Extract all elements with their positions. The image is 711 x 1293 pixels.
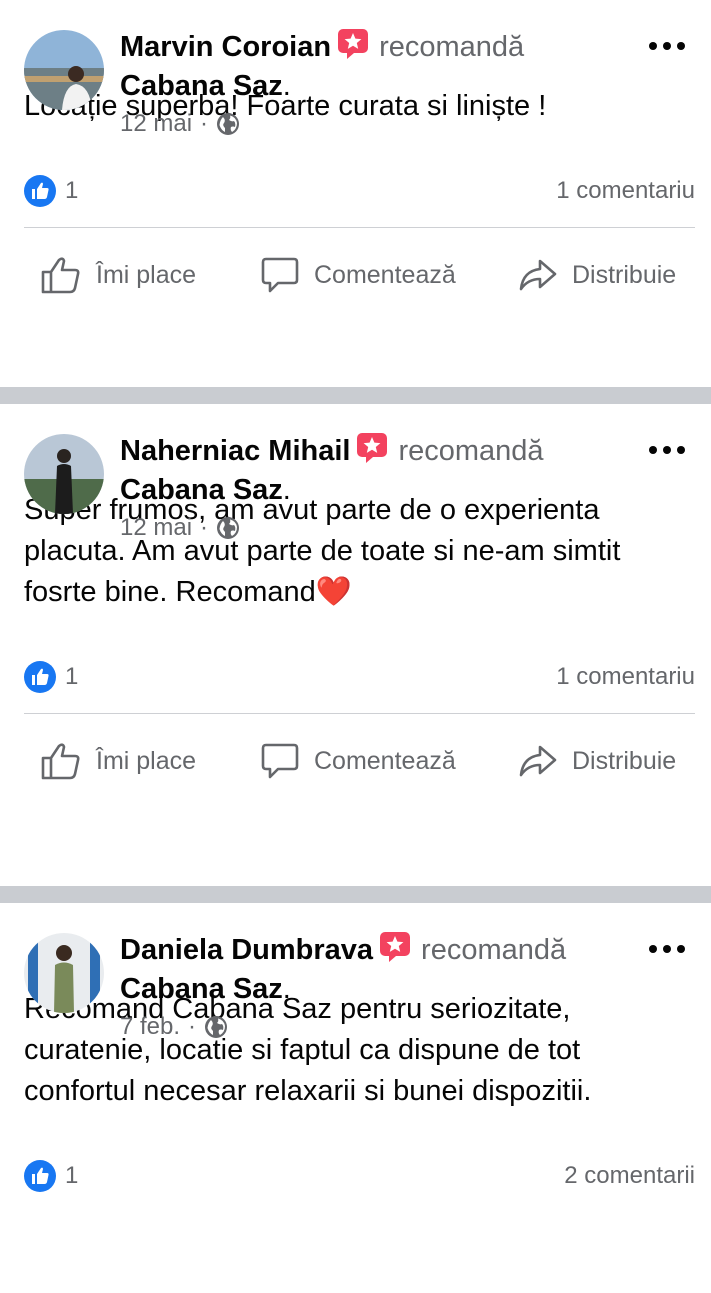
avatar[interactable]	[24, 434, 104, 514]
globe-icon	[217, 517, 240, 539]
author-name[interactable]: Naherniac Mihail	[120, 435, 350, 467]
meta-separator: ·	[200, 514, 209, 541]
comment-count[interactable]: 2 comentarii	[564, 1160, 695, 1192]
like-button[interactable]: Îmi place	[40, 255, 196, 295]
period: .	[282, 474, 291, 506]
comment-button[interactable]: Comentează	[260, 255, 456, 295]
post-header: Marvin Coroian recomandă Cabana Saz. 12 m…	[0, 28, 711, 148]
comment-button[interactable]: Comentează	[260, 741, 456, 781]
comment-label: Comentează	[314, 746, 456, 775]
like-label: Îmi place	[96, 260, 197, 289]
author-block: Daniela Dumbrava recomandă Cabana Saz.	[120, 931, 641, 1009]
recommendation-star-icon	[357, 433, 388, 463]
share-arrow-icon	[519, 259, 557, 291]
comment-bubble-icon	[261, 257, 299, 293]
post-separator	[0, 886, 711, 903]
author-name[interactable]: Daniela Dumbrava	[120, 934, 373, 966]
recommendation-star-icon	[380, 932, 411, 962]
recommend-verb: recomandă	[421, 934, 567, 966]
post: Daniela Dumbrava recomandă Cabana Saz. 7 …	[0, 903, 711, 1293]
author-name[interactable]: Marvin Coroian	[120, 31, 331, 63]
comment-label: Comentează	[314, 260, 456, 289]
avatar[interactable]	[24, 30, 104, 110]
post-date[interactable]: 7 feb.	[120, 1013, 180, 1041]
thumbs-up-icon	[41, 257, 80, 294]
post-meta: 12 mai ·	[120, 110, 240, 138]
author-block: Marvin Coroian recomandă Cabana Saz.	[120, 28, 641, 106]
post-date[interactable]: 12 mai	[120, 514, 192, 542]
post-header: Daniela Dumbrava recomandă Cabana Saz. 7 …	[0, 931, 711, 1051]
share-button[interactable]: Distribuie	[518, 741, 676, 781]
post-meta: 7 feb. ·	[120, 1013, 228, 1041]
avatar[interactable]	[24, 933, 104, 1013]
post-stats: 1 1 comentariu	[0, 637, 711, 713]
like-button[interactable]: Îmi place	[40, 741, 196, 781]
more-options-button[interactable]	[649, 30, 685, 62]
meta-separator: ·	[200, 110, 209, 137]
meta-separator: ·	[188, 1013, 197, 1040]
like-reaction-icon[interactable]	[24, 1160, 56, 1192]
like-reaction-icon[interactable]	[24, 661, 56, 693]
comment-count[interactable]: 1 comentariu	[556, 661, 695, 693]
page-name[interactable]: Cabana Saz	[120, 474, 283, 506]
like-count[interactable]: 1	[65, 175, 78, 207]
period: .	[282, 70, 291, 102]
action-bar: Îmi place Comentează Distribuie	[0, 228, 711, 322]
share-label: Distribuie	[572, 260, 677, 289]
page-name[interactable]: Cabana Saz	[120, 973, 283, 1005]
period: .	[282, 973, 291, 1005]
comment-bubble-icon	[261, 743, 299, 779]
recommendation-star-icon	[338, 29, 369, 59]
post: Naherniac Mihail recomandă Cabana Saz. 12…	[0, 404, 711, 886]
recommend-verb: recomandă	[398, 435, 544, 467]
share-button[interactable]: Distribuie	[518, 255, 676, 295]
page-name[interactable]: Cabana Saz	[120, 70, 283, 102]
post-separator	[0, 387, 711, 404]
like-reaction-icon[interactable]	[24, 175, 56, 207]
share-arrow-icon	[519, 745, 557, 777]
more-options-button[interactable]	[649, 434, 685, 466]
author-block: Naherniac Mihail recomandă Cabana Saz.	[120, 432, 641, 510]
like-count[interactable]: 1	[65, 1160, 78, 1192]
post-stats: 1 1 comentariu	[0, 151, 711, 227]
recommend-verb: recomandă	[379, 31, 525, 63]
post-stats: 1 2 comentarii	[0, 1136, 711, 1212]
post-date[interactable]: 12 mai	[120, 110, 192, 138]
action-bar: Îmi place Comentează Distribuie	[0, 714, 711, 808]
globe-icon	[217, 113, 240, 135]
post-header: Naherniac Mihail recomandă Cabana Saz. 12…	[0, 432, 711, 552]
share-label: Distribuie	[572, 746, 677, 775]
more-options-button[interactable]	[649, 933, 685, 965]
post: Marvin Coroian recomandă Cabana Saz. 12 m…	[0, 0, 711, 387]
feed: Marvin Coroian recomandă Cabana Saz. 12 m…	[0, 0, 711, 1293]
comment-count[interactable]: 1 comentariu	[556, 175, 695, 207]
thumbs-up-icon	[41, 743, 80, 780]
like-label: Îmi place	[96, 746, 197, 775]
like-count[interactable]: 1	[65, 661, 78, 693]
globe-icon	[205, 1016, 228, 1038]
post-meta: 12 mai ·	[120, 514, 240, 542]
